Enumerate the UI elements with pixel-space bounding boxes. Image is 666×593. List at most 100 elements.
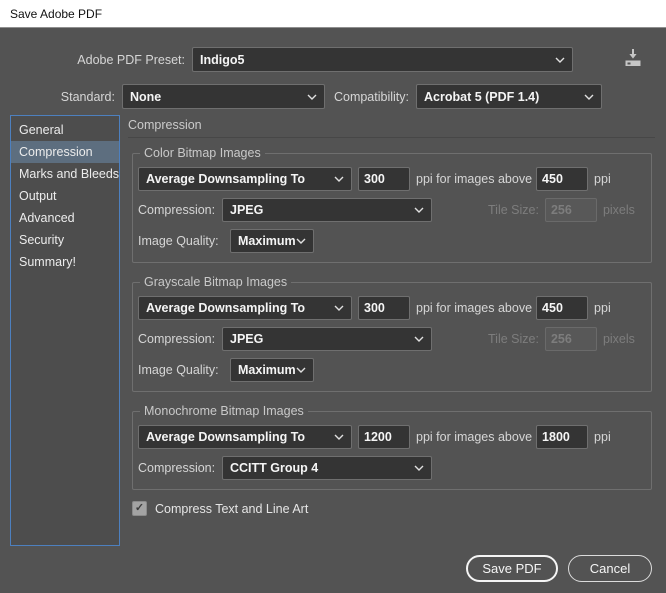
color-tile-size: Tile Size: pixels bbox=[488, 198, 635, 222]
cancel-button[interactable]: Cancel bbox=[568, 555, 652, 582]
color-quality-row: Image Quality: Maximum bbox=[138, 229, 646, 253]
monochrome-threshold-input[interactable] bbox=[536, 425, 589, 449]
grayscale-quality-label: Image Quality: bbox=[138, 363, 219, 377]
standard-label: Standard: bbox=[60, 89, 115, 104]
grayscale-downsample-value: Average Downsampling To bbox=[146, 301, 306, 315]
monochrome-downsample-row: Average Downsampling To ppi for images a… bbox=[138, 425, 646, 449]
compatibility-value: Acrobat 5 (PDF 1.4) bbox=[424, 89, 540, 104]
grayscale-bitmap-group-title: Grayscale Bitmap Images bbox=[140, 275, 292, 289]
chevron-down-icon bbox=[414, 336, 424, 342]
grayscale-threshold-input[interactable] bbox=[536, 296, 589, 320]
chevron-down-icon bbox=[584, 94, 594, 100]
title-bar: Save Adobe PDF bbox=[0, 0, 666, 28]
grayscale-compression-dropdown[interactable]: JPEG bbox=[222, 327, 432, 351]
grayscale-above-label: ppi for images above bbox=[416, 301, 533, 315]
color-ppi-input[interactable] bbox=[358, 167, 410, 191]
color-above-label: ppi for images above bbox=[416, 172, 533, 186]
color-tile-label: Tile Size: bbox=[488, 203, 539, 217]
chevron-down-icon bbox=[296, 238, 306, 244]
chevron-down-icon bbox=[296, 367, 306, 373]
preset-value: Indigo5 bbox=[200, 52, 245, 67]
checkmark-icon: ✓ bbox=[134, 502, 145, 514]
grayscale-tile-suffix: pixels bbox=[602, 332, 635, 346]
standard-row: Standard: None Compatibility: Acrobat 5 … bbox=[0, 84, 666, 109]
color-downsample-value: Average Downsampling To bbox=[146, 172, 306, 186]
standard-dropdown[interactable]: None bbox=[122, 84, 325, 109]
sidebar-item-output[interactable]: Output bbox=[11, 185, 119, 207]
monochrome-compression-label: Compression: bbox=[138, 461, 216, 475]
color-bitmap-group-title: Color Bitmap Images bbox=[140, 146, 265, 160]
standard-value: None bbox=[130, 89, 162, 104]
save-preset-icon bbox=[621, 46, 645, 75]
grayscale-ppi-input[interactable] bbox=[358, 296, 410, 320]
grayscale-quality-row: Image Quality: Maximum bbox=[138, 358, 646, 382]
monochrome-compression-value: CCITT Group 4 bbox=[230, 461, 319, 475]
chevron-down-icon bbox=[334, 305, 344, 311]
monochrome-downsample-value: Average Downsampling To bbox=[146, 430, 306, 444]
grayscale-bitmap-group: Grayscale Bitmap Images Average Downsamp… bbox=[132, 275, 652, 392]
chevron-down-icon bbox=[307, 94, 317, 100]
monochrome-downsample-dropdown[interactable]: Average Downsampling To bbox=[138, 425, 352, 449]
monochrome-compression-dropdown[interactable]: CCITT Group 4 bbox=[222, 456, 432, 480]
preset-label: Adobe PDF Preset: bbox=[77, 52, 185, 67]
color-tile-suffix: pixels bbox=[602, 203, 635, 217]
chevron-down-icon bbox=[414, 465, 424, 471]
chevron-down-icon bbox=[334, 434, 344, 440]
dialog-footer: Save PDF Cancel bbox=[466, 555, 652, 582]
sidebar-item-marks-and-bleeds[interactable]: Marks and Bleeds bbox=[11, 163, 119, 185]
section-list: General Compression Marks and Bleeds Out… bbox=[10, 115, 120, 546]
monochrome-above-label: ppi for images above bbox=[416, 430, 533, 444]
chevron-down-icon bbox=[414, 207, 424, 213]
monochrome-ppi-input[interactable] bbox=[358, 425, 410, 449]
color-compression-label: Compression: bbox=[138, 203, 216, 217]
grayscale-compression-value: JPEG bbox=[230, 332, 264, 346]
color-tile-input bbox=[544, 198, 597, 222]
save-adobe-pdf-dialog: Save Adobe PDF Adobe PDF Preset: Indigo5… bbox=[0, 0, 666, 593]
chevron-down-icon bbox=[334, 176, 344, 182]
color-compression-dropdown[interactable]: JPEG bbox=[222, 198, 432, 222]
grayscale-tile-label: Tile Size: bbox=[488, 332, 539, 346]
preset-dropdown[interactable]: Indigo5 bbox=[192, 47, 573, 72]
grayscale-downsample-dropdown[interactable]: Average Downsampling To bbox=[138, 296, 352, 320]
sidebar-item-summary[interactable]: Summary! bbox=[11, 251, 119, 273]
grayscale-downsample-row: Average Downsampling To ppi for images a… bbox=[138, 296, 646, 320]
grayscale-tile-input bbox=[544, 327, 597, 351]
grayscale-compression-label: Compression: bbox=[138, 332, 216, 346]
compression-panel: Compression Color Bitmap Images Average … bbox=[128, 118, 655, 516]
compatibility-label: Compatibility: bbox=[333, 89, 409, 104]
color-compression-row: Compression: JPEG Tile Size: pixels bbox=[138, 198, 646, 222]
color-compression-value: JPEG bbox=[230, 203, 264, 217]
panel-title: Compression bbox=[128, 118, 202, 132]
grayscale-quality-value: Maximum bbox=[238, 363, 296, 377]
chevron-down-icon bbox=[555, 57, 565, 63]
color-threshold-input[interactable] bbox=[536, 167, 589, 191]
color-downsample-dropdown[interactable]: Average Downsampling To bbox=[138, 167, 352, 191]
monochrome-compression-row: Compression: CCITT Group 4 bbox=[138, 456, 646, 480]
panel-divider bbox=[128, 137, 655, 138]
save-pdf-button[interactable]: Save PDF bbox=[466, 555, 558, 582]
sidebar-item-general[interactable]: General bbox=[11, 119, 119, 141]
window-title: Save Adobe PDF bbox=[10, 6, 103, 21]
compress-text-checkbox[interactable]: ✓ bbox=[132, 501, 147, 516]
monochrome-bitmap-group-title: Monochrome Bitmap Images bbox=[140, 404, 308, 418]
compress-text-row: ✓ Compress Text and Line Art bbox=[132, 501, 655, 516]
color-quality-value: Maximum bbox=[238, 234, 296, 248]
preset-row: Adobe PDF Preset: Indigo5 bbox=[0, 47, 666, 72]
save-preset-button[interactable] bbox=[619, 46, 647, 74]
grayscale-compression-row: Compression: JPEG Tile Size: pixels bbox=[138, 327, 646, 351]
grayscale-ppi-suffix: ppi bbox=[594, 301, 611, 315]
grayscale-quality-dropdown[interactable]: Maximum bbox=[230, 358, 314, 382]
monochrome-ppi-suffix: ppi bbox=[594, 430, 611, 444]
color-ppi-suffix: ppi bbox=[594, 172, 611, 186]
color-quality-dropdown[interactable]: Maximum bbox=[230, 229, 314, 253]
color-bitmap-group: Color Bitmap Images Average Downsampling… bbox=[132, 146, 652, 263]
sidebar-item-security[interactable]: Security bbox=[11, 229, 119, 251]
sidebar-item-compression[interactable]: Compression bbox=[11, 141, 119, 163]
grayscale-tile-size: Tile Size: pixels bbox=[488, 327, 635, 351]
sidebar-item-advanced[interactable]: Advanced bbox=[11, 207, 119, 229]
color-downsample-row: Average Downsampling To ppi for images a… bbox=[138, 167, 646, 191]
compatibility-dropdown[interactable]: Acrobat 5 (PDF 1.4) bbox=[416, 84, 602, 109]
color-quality-label: Image Quality: bbox=[138, 234, 219, 248]
compress-text-label: Compress Text and Line Art bbox=[155, 501, 309, 516]
monochrome-bitmap-group: Monochrome Bitmap Images Average Downsam… bbox=[132, 404, 652, 490]
